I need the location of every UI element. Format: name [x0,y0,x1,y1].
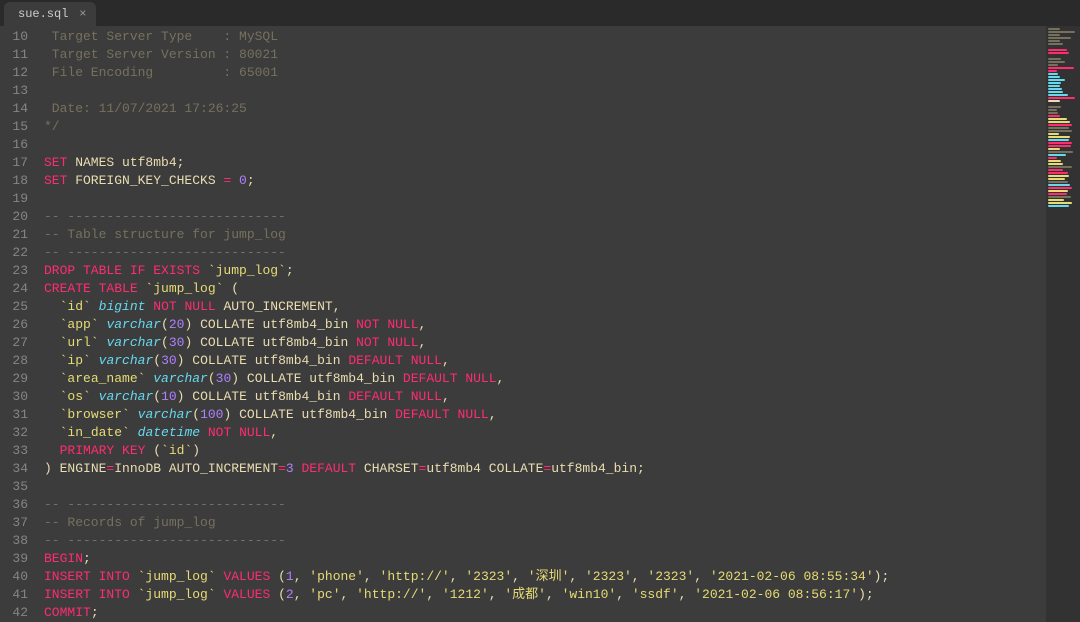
code-line: `app` varchar(20) COLLATE utf8mb4_bin NO… [44,316,1046,334]
code-line: BEGIN; [44,550,1046,568]
code-line: ) ENGINE=InnoDB AUTO_INCREMENT=3 DEFAULT… [44,460,1046,478]
line-number: 35 [0,478,34,496]
code-line: -- ---------------------------- [44,532,1046,550]
code-line: `in_date` datetime NOT NULL, [44,424,1046,442]
code-line: Date: 11/07/2021 17:26:25 [44,100,1046,118]
close-icon[interactable]: × [79,7,86,21]
line-number: 33 [0,442,34,460]
line-number: 34 [0,460,34,478]
line-number: 31 [0,406,34,424]
code-line: `ip` varchar(30) COLLATE utf8mb4_bin DEF… [44,352,1046,370]
line-number: 42 [0,604,34,622]
code-line: DROP TABLE IF EXISTS `jump_log`; [44,262,1046,280]
line-number: 16 [0,136,34,154]
editor: 1011121314151617181920212223242526272829… [0,26,1080,622]
code-line [44,190,1046,208]
tab-filename: sue.sql [18,7,68,21]
code-line [44,136,1046,154]
code-line: `browser` varchar(100) COLLATE utf8mb4_b… [44,406,1046,424]
code-line: `area_name` varchar(30) COLLATE utf8mb4_… [44,370,1046,388]
line-number: 10 [0,28,34,46]
code-line: -- Records of jump_log [44,514,1046,532]
code-line: COMMIT; [44,604,1046,622]
line-number: 23 [0,262,34,280]
line-number: 32 [0,424,34,442]
line-number: 14 [0,100,34,118]
line-number: 25 [0,298,34,316]
line-number: 29 [0,370,34,388]
code-line: SET NAMES utf8mb4; [44,154,1046,172]
line-number: 24 [0,280,34,298]
line-number: 38 [0,532,34,550]
code-line: File Encoding : 65001 [44,64,1046,82]
code-line: Target Server Type : MySQL [44,28,1046,46]
line-number: 41 [0,586,34,604]
line-number: 15 [0,118,34,136]
line-number: 27 [0,334,34,352]
line-number: 22 [0,244,34,262]
line-number-gutter: 1011121314151617181920212223242526272829… [0,26,34,622]
line-number: 20 [0,208,34,226]
code-line: `id` bigint NOT NULL AUTO_INCREMENT, [44,298,1046,316]
line-number: 17 [0,154,34,172]
line-number: 18 [0,172,34,190]
code-line: -- Table structure for jump_log [44,226,1046,244]
line-number: 26 [0,316,34,334]
code-line: -- ---------------------------- [44,208,1046,226]
line-number: 13 [0,82,34,100]
code-line [44,82,1046,100]
code-line: INSERT INTO `jump_log` VALUES (2, 'pc', … [44,586,1046,604]
line-number: 28 [0,352,34,370]
line-number: 40 [0,568,34,586]
line-number: 19 [0,190,34,208]
code-line: PRIMARY KEY (`id`) [44,442,1046,460]
line-number: 11 [0,46,34,64]
line-number: 39 [0,550,34,568]
code-line: INSERT INTO `jump_log` VALUES (1, 'phone… [44,568,1046,586]
line-number: 21 [0,226,34,244]
code-line: `os` varchar(10) COLLATE utf8mb4_bin DEF… [44,388,1046,406]
line-number: 12 [0,64,34,82]
code-line [44,478,1046,496]
tab-sue-sql[interactable]: sue.sql × [4,2,96,26]
code-line: `url` varchar(30) COLLATE utf8mb4_bin NO… [44,334,1046,352]
code-line: -- ---------------------------- [44,496,1046,514]
code-line: CREATE TABLE `jump_log` ( [44,280,1046,298]
line-number: 30 [0,388,34,406]
line-number: 36 [0,496,34,514]
tab-bar: sue.sql × [0,0,1080,26]
code-line: Target Server Version : 80021 [44,46,1046,64]
code-line: */ [44,118,1046,136]
code-line: -- ---------------------------- [44,244,1046,262]
code-area[interactable]: Target Server Type : MySQL Target Server… [34,26,1046,622]
code-line: SET FOREIGN_KEY_CHECKS = 0; [44,172,1046,190]
line-number: 37 [0,514,34,532]
minimap[interactable] [1046,26,1080,622]
